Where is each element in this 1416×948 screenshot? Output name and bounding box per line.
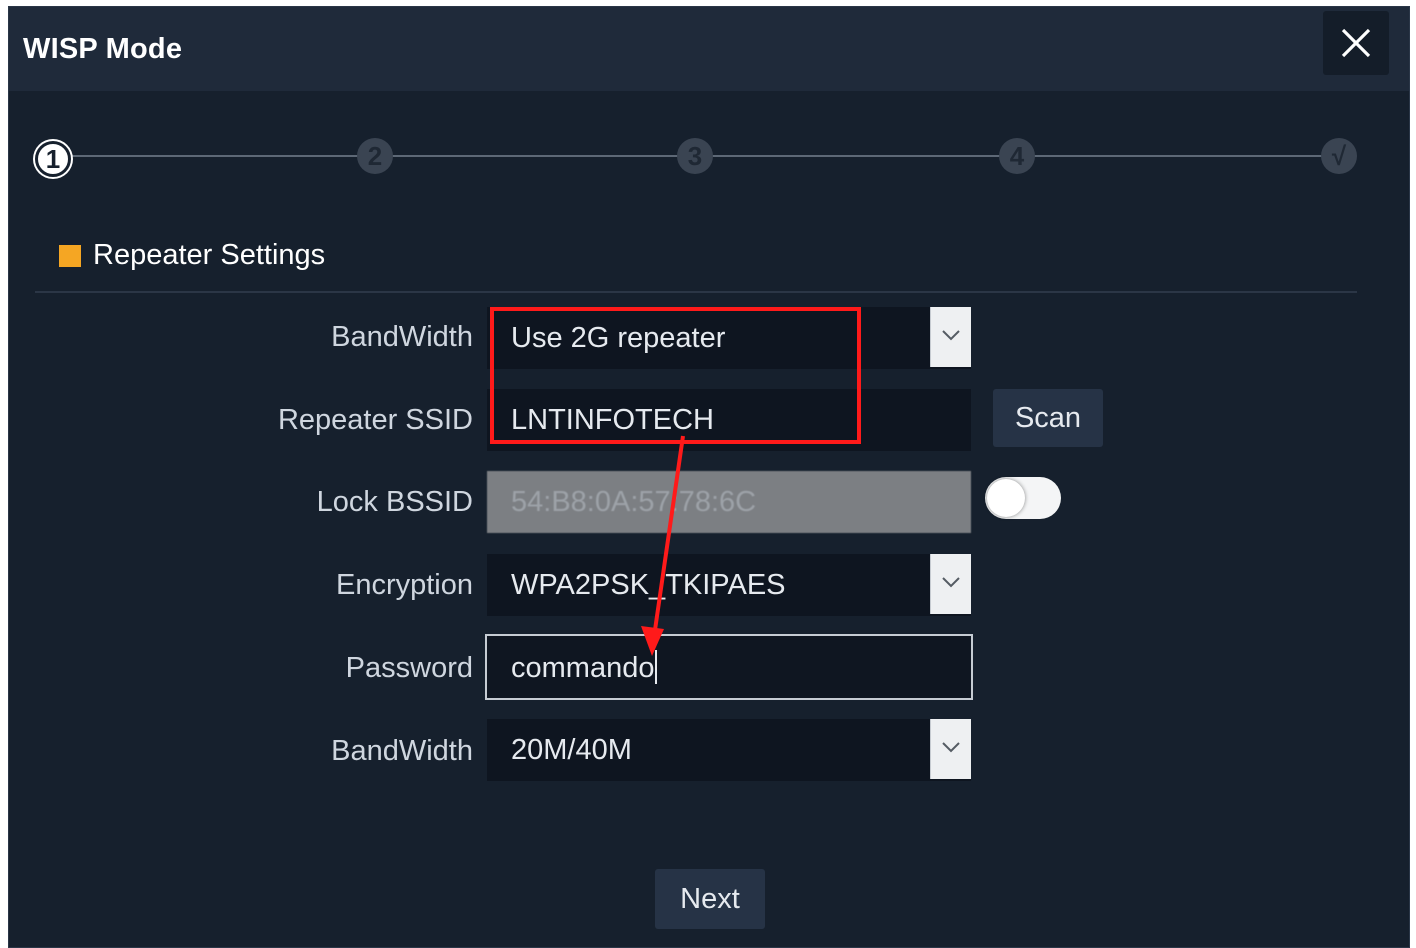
step-3: 3	[677, 138, 713, 174]
encryption-select-arrow[interactable]	[930, 554, 971, 614]
wisp-mode-dialog: WISP Mode 1 2 3 4 √ Repeater Settings Ba…	[8, 6, 1410, 948]
band-select-value: Use 2G repeater	[511, 322, 726, 354]
band-select-label: BandWidth	[331, 321, 473, 353]
toggle-knob	[987, 479, 1025, 517]
bandwidth-select[interactable]: 20M/40M	[487, 719, 971, 781]
password-value-wrap: commando	[511, 650, 658, 685]
close-icon	[1341, 28, 1371, 58]
next-button[interactable]: Next	[655, 869, 765, 929]
step-complete: √	[1321, 138, 1357, 174]
bssid-label: Lock BSSID	[316, 486, 473, 518]
section-marker	[59, 245, 81, 267]
scan-button[interactable]: Scan	[993, 389, 1103, 447]
bandwidth-value: 20M/40M	[511, 734, 632, 766]
step-4: 4	[999, 138, 1035, 174]
chevron-down-icon	[942, 577, 960, 588]
bssid-value: 54:B8:0A:57:78:6C	[511, 486, 757, 518]
section-title: Repeater Settings	[93, 239, 326, 271]
close-button[interactable]	[1323, 11, 1389, 75]
bandwidth-select-arrow[interactable]	[930, 719, 971, 779]
dialog-title: WISP Mode	[23, 33, 183, 65]
ssid-label: Repeater SSID	[277, 404, 473, 436]
ssid-value: LNTINFOTECH	[511, 404, 714, 436]
chevron-down-icon	[942, 330, 960, 341]
encryption-select[interactable]: WPA2PSK_TKIPAES	[487, 554, 971, 616]
bandwidth-label: BandWidth	[331, 735, 473, 767]
password-label: Password	[345, 652, 473, 684]
password-value: commando	[511, 652, 655, 684]
text-caret	[655, 650, 658, 684]
band-select[interactable]: Use 2G repeater	[487, 307, 971, 369]
step-2: 2	[357, 138, 393, 174]
lock-bssid-toggle[interactable]	[985, 477, 1061, 519]
dialog-titlebar: WISP Mode	[9, 7, 1409, 91]
step-1: 1	[35, 141, 71, 177]
password-input[interactable]: commando	[485, 634, 973, 700]
ssid-input[interactable]: LNTINFOTECH	[487, 389, 971, 451]
encryption-value: WPA2PSK_TKIPAES	[511, 569, 786, 601]
encryption-label: Encryption	[335, 569, 473, 601]
chevron-down-icon	[942, 742, 960, 753]
band-select-arrow[interactable]	[930, 307, 971, 367]
bssid-input: 54:B8:0A:57:78:6C	[487, 471, 971, 533]
section-divider	[35, 291, 1357, 293]
